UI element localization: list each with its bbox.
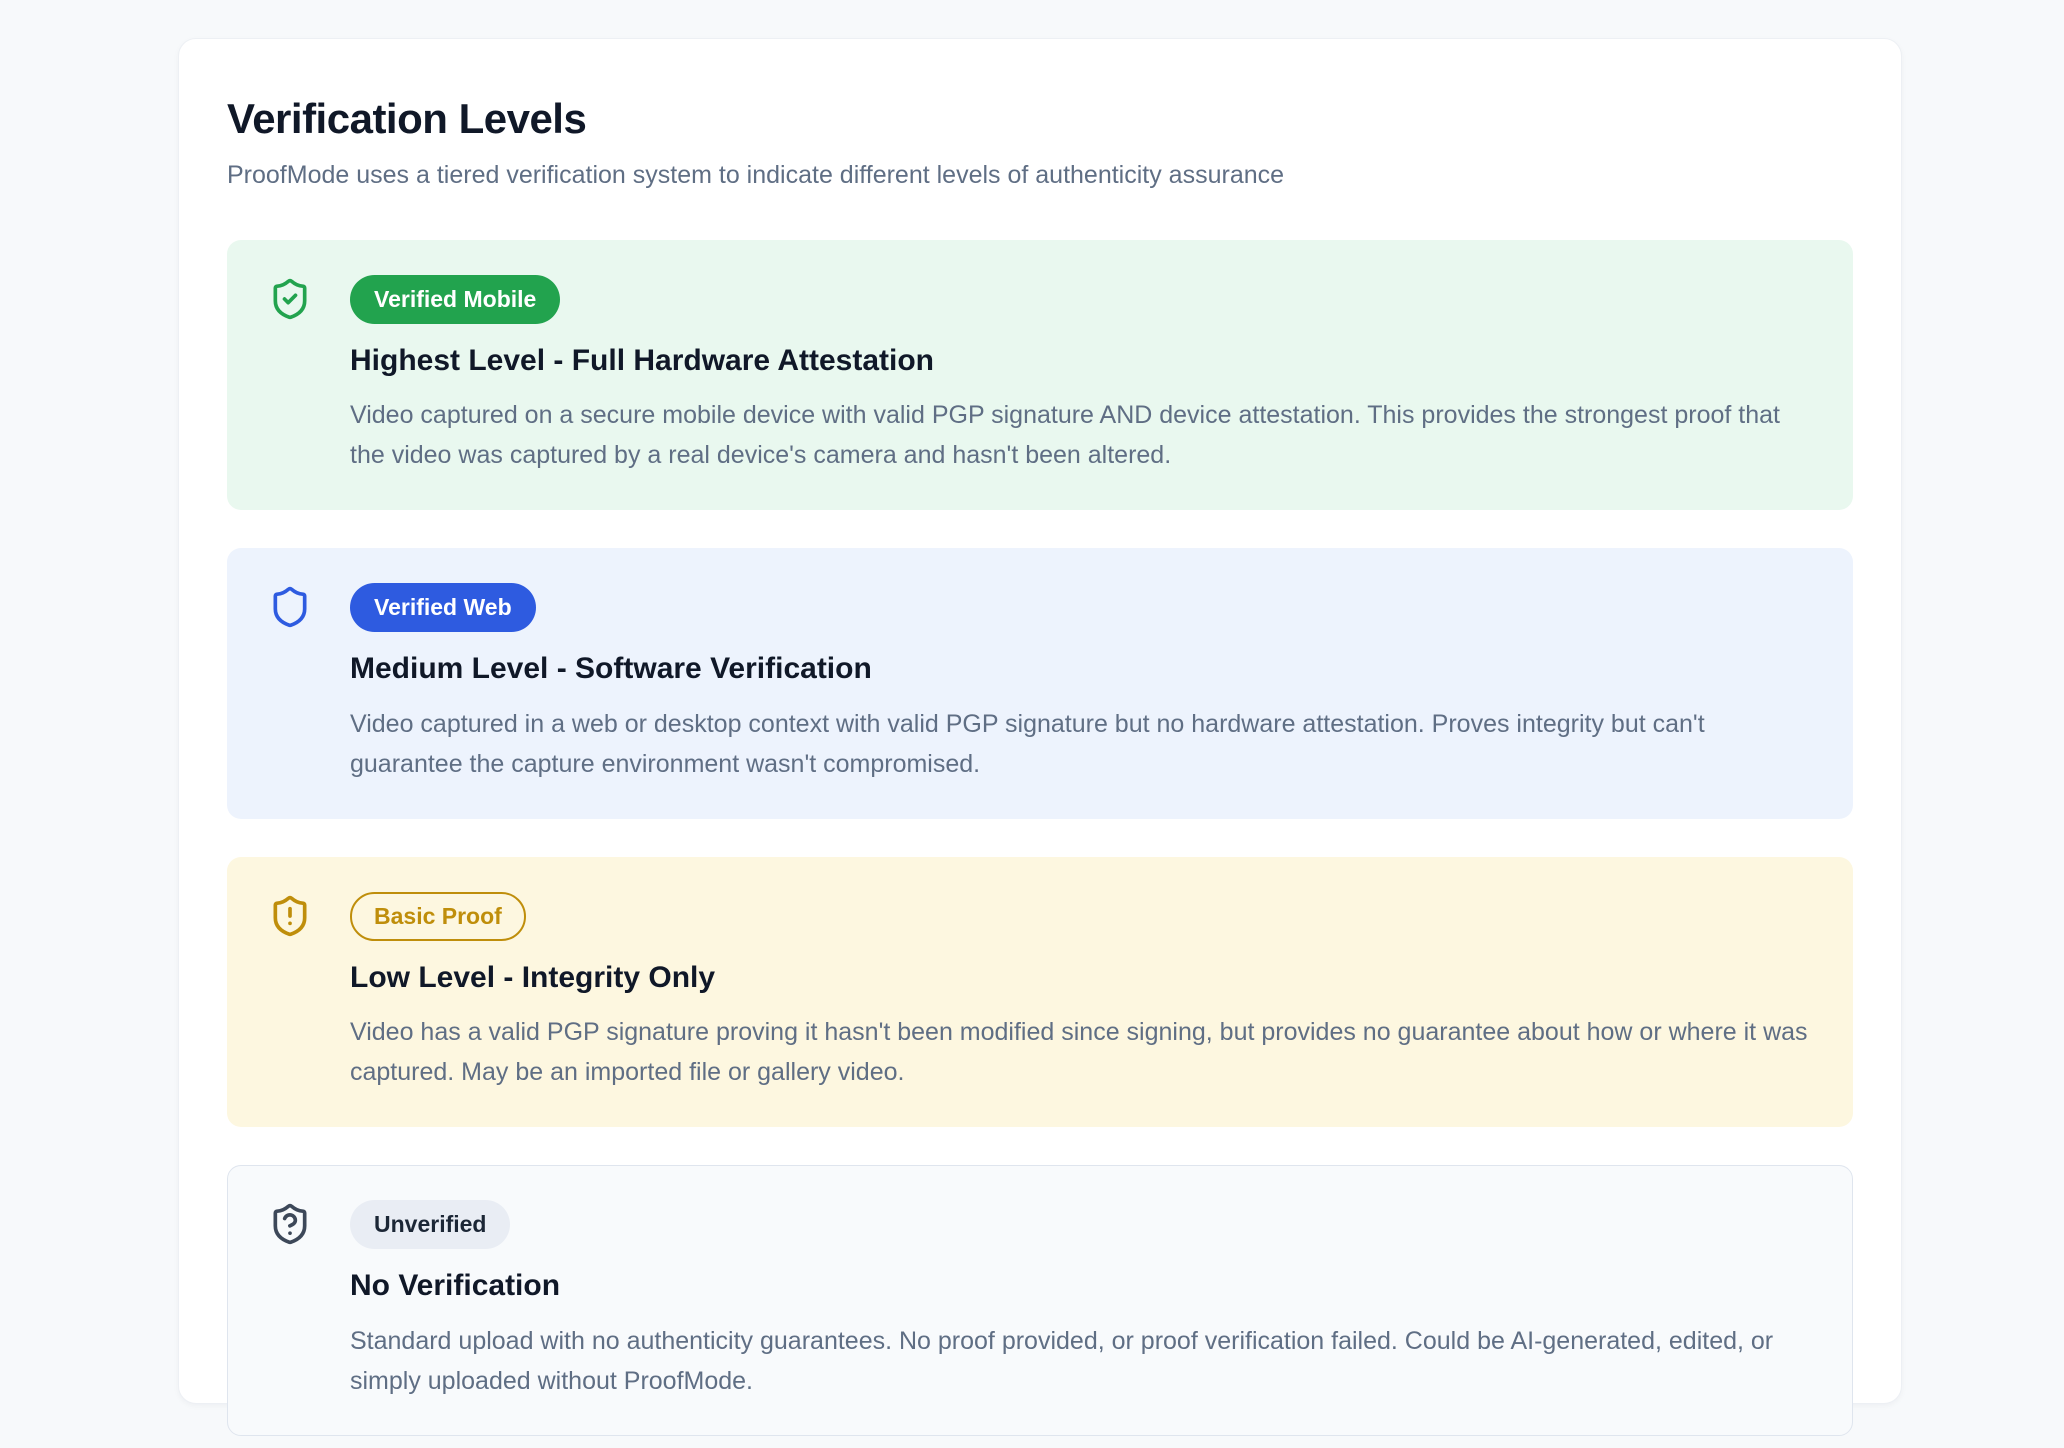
verification-badge: Basic Proof (350, 892, 526, 941)
shield-check-icon (268, 277, 312, 321)
tier-card-unverified: Unverified No Verification Standard uplo… (227, 1165, 1853, 1436)
shield-icon (268, 585, 312, 629)
tier-heading: Low Level - Integrity Only (350, 959, 1812, 997)
page: { "page_background": "#f7f9fb", "panel":… (0, 0, 2064, 1448)
tier-description: Standard upload with no authenticity gua… (350, 1321, 1812, 1401)
tier-card-verified-web: Verified Web Medium Level - Software Ver… (227, 548, 1853, 819)
verification-badge: Verified Mobile (350, 275, 560, 324)
tier-description: Video has a valid PGP signature proving … (350, 1012, 1812, 1092)
tier-card-verified-mobile: Verified Mobile Highest Level - Full Har… (227, 240, 1853, 511)
tier-heading: Medium Level - Software Verification (350, 650, 1812, 688)
shield-alert-icon (268, 894, 312, 938)
tier-content: Verified Web Medium Level - Software Ver… (350, 583, 1812, 784)
shield-question-icon (268, 1202, 312, 1246)
tier-description: Video captured in a web or desktop conte… (350, 704, 1812, 784)
tier-description: Video captured on a secure mobile device… (350, 395, 1812, 475)
tier-heading: No Verification (350, 1267, 1812, 1305)
page-subtitle: ProofMode uses a tiered verification sys… (227, 159, 1853, 192)
verification-levels-card: Verification Levels ProofMode uses a tie… (178, 38, 1902, 1404)
tier-content: Basic Proof Low Level - Integrity Only V… (350, 892, 1812, 1093)
tier-content: Verified Mobile Highest Level - Full Har… (350, 275, 1812, 476)
verification-badge: Unverified (350, 1200, 510, 1249)
tier-content: Unverified No Verification Standard uplo… (350, 1200, 1812, 1401)
verification-badge: Verified Web (350, 583, 536, 632)
page-title: Verification Levels (227, 95, 1853, 143)
tier-card-basic-proof: Basic Proof Low Level - Integrity Only V… (227, 857, 1853, 1128)
tier-heading: Highest Level - Full Hardware Attestatio… (350, 342, 1812, 380)
